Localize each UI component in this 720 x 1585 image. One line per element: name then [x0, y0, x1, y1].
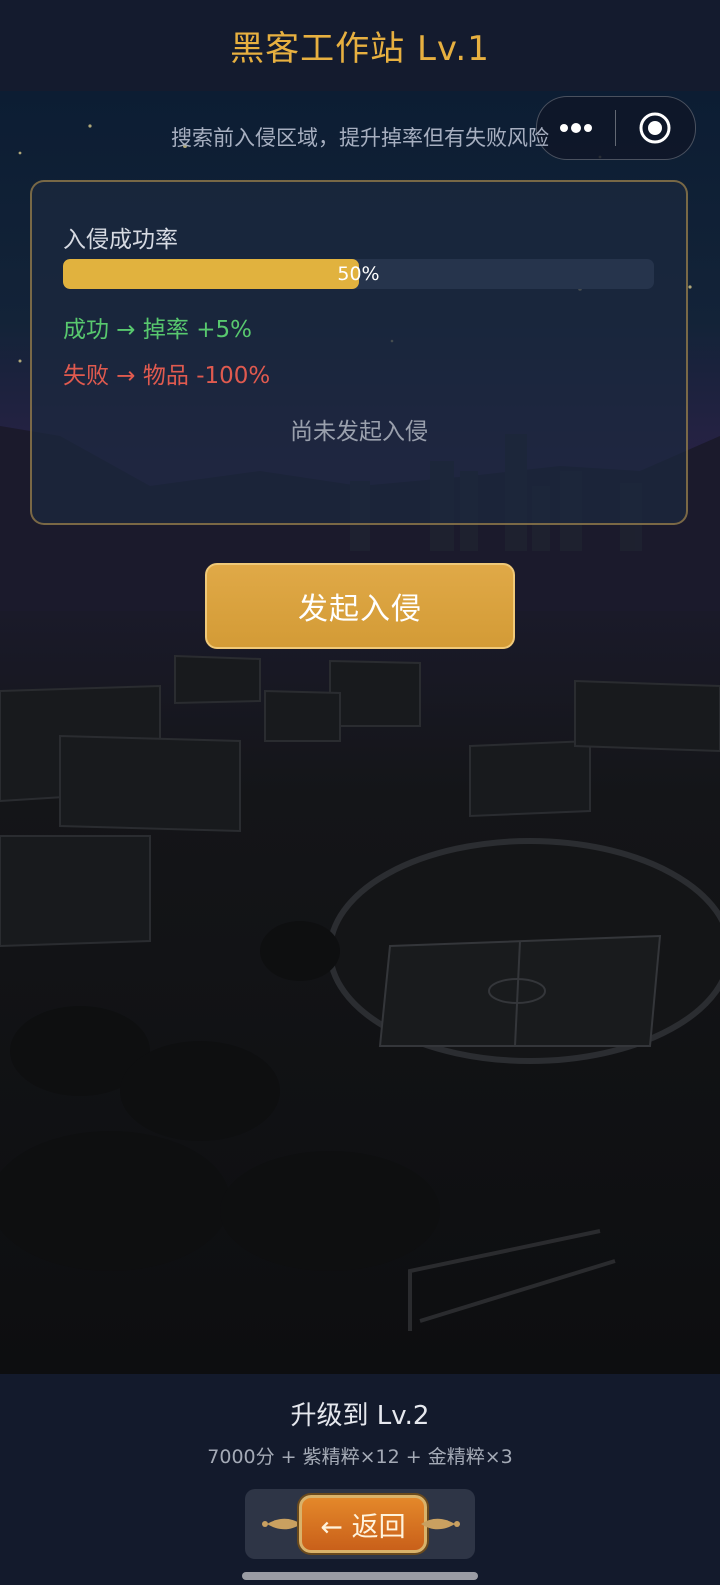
launch-intrusion-button[interactable]: 发起入侵: [205, 563, 515, 649]
intrusion-card: 入侵成功率 50% 成功 → 掉率 +5% 失败 → 物品 -100% 尚未发起…: [30, 180, 688, 525]
success-rate-bar: 50%: [63, 259, 654, 289]
right-ornament-icon: [421, 1518, 460, 1530]
page: 黑客工作站 Lv.1 搜索前入侵区域，提升掉率但有失败风险 入侵成功率 50% …: [0, 0, 720, 1585]
back-button-container: ← 返回: [245, 1489, 475, 1559]
fail-outcome-text: 失败 → 物品 -100%: [63, 363, 271, 389]
footer-panel: 升级到 Lv.2 7000分 + 紫精粹×12 + 金精粹×3 ← 返回: [0, 1374, 720, 1585]
upgrade-title: 升级到 Lv.2: [290, 1401, 430, 1431]
left-ornament-icon: [262, 1518, 301, 1530]
success-outcome-text: 成功 → 掉率 +5%: [63, 317, 252, 343]
intrusion-status: 尚未发起入侵: [290, 419, 428, 445]
top-bar: 黑客工作站 Lv.1: [0, 0, 720, 91]
home-indicator[interactable]: [242, 1572, 478, 1580]
page-subtitle: 搜索前入侵区域，提升掉率但有失败风险: [171, 126, 549, 150]
success-rate-label: 入侵成功率: [63, 227, 178, 253]
upgrade-cost: 7000分 + 紫精粹×12 + 金精粹×3: [207, 1446, 513, 1468]
page-title: 黑客工作站 Lv.1: [230, 29, 490, 69]
back-button[interactable]: ← 返回: [299, 1495, 427, 1553]
success-rate-value: 50%: [337, 263, 380, 285]
